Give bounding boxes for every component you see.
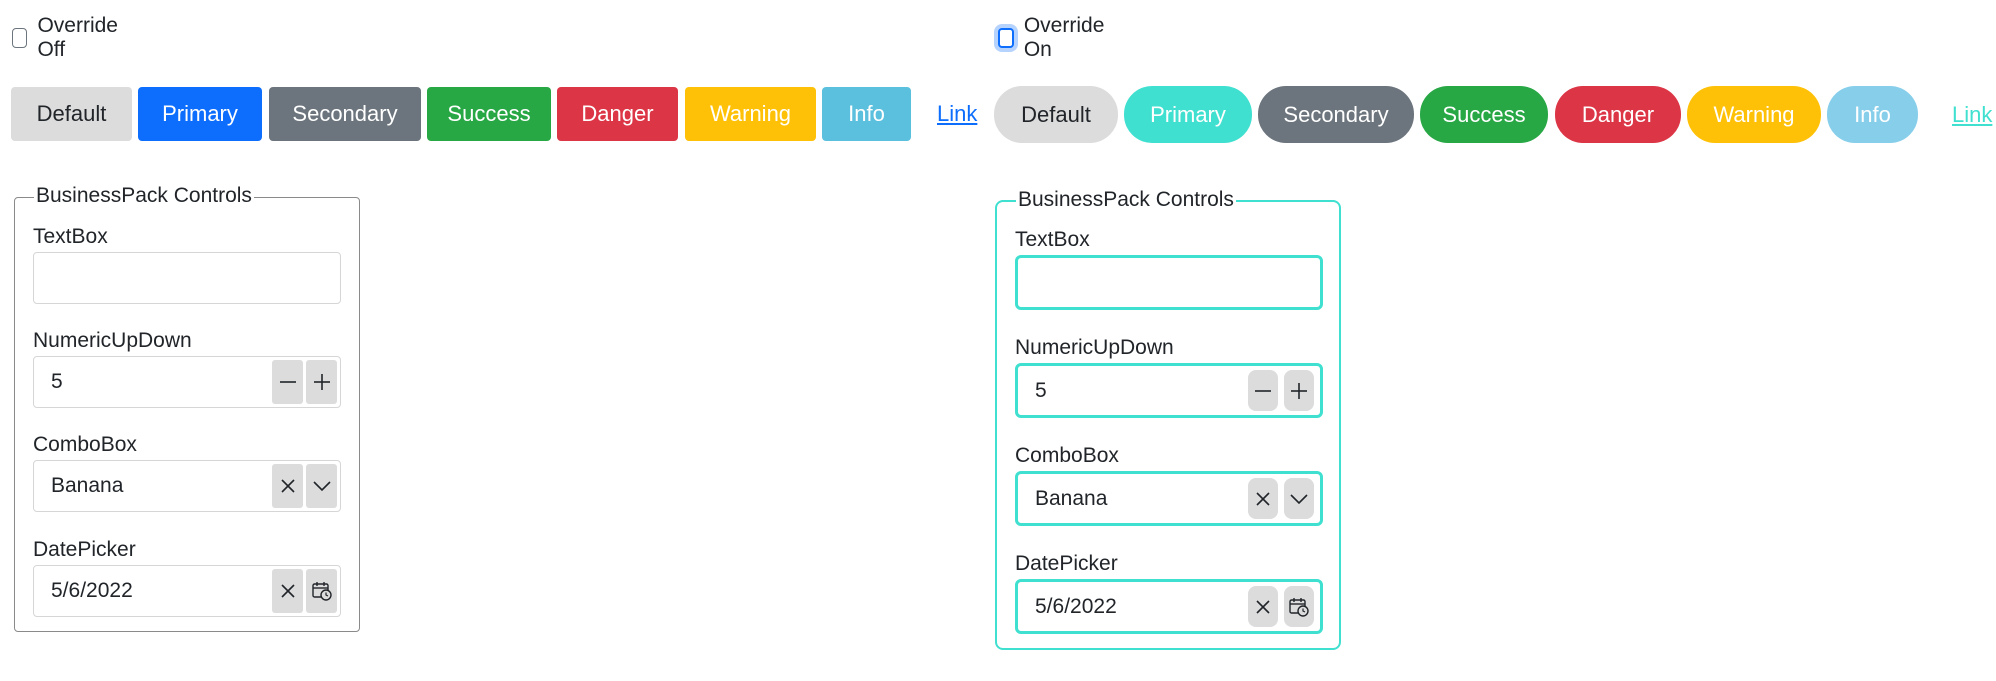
primary-button[interactable]: Primary [138, 87, 262, 141]
combobox-value: Banana [1035, 486, 1108, 510]
group-legend: BusinessPack Controls [1016, 188, 1236, 212]
close-icon[interactable] [1248, 586, 1278, 627]
primary-button[interactable]: Primary [1124, 86, 1252, 143]
link-button[interactable]: Link [937, 87, 977, 141]
datepicker-value: 5/6/2022 [51, 579, 133, 602]
combobox-input[interactable]: Banana [1015, 471, 1323, 526]
datepicker-input[interactable]: 5/6/2022 [33, 565, 341, 617]
secondary-button[interactable]: Secondary [269, 87, 421, 141]
textbox-label: TextBox [33, 225, 108, 248]
plus-icon[interactable] [306, 360, 337, 404]
success-button[interactable]: Success [427, 87, 551, 141]
override-on-checkbox-row[interactable]: Override On [998, 14, 1109, 62]
chevron-down-icon[interactable] [306, 464, 337, 508]
combobox-label: ComboBox [33, 433, 137, 456]
default-button[interactable]: Default [994, 86, 1118, 143]
textbox-input[interactable] [33, 252, 341, 304]
combobox-label: ComboBox [1015, 444, 1119, 467]
businesspack-controls-group: BusinessPack Controls TextBox NumericUpD… [995, 188, 1341, 650]
override-off-checkbox-row[interactable]: Override Off [12, 14, 123, 62]
chevron-down-icon[interactable] [1284, 478, 1314, 519]
secondary-button[interactable]: Secondary [1258, 86, 1414, 143]
close-icon[interactable] [272, 464, 303, 508]
combobox-value: Banana [51, 474, 124, 497]
numericupdown-input[interactable]: 5 [33, 356, 341, 408]
numericupdown-input[interactable]: 5 [1015, 363, 1323, 418]
calendar-clock-icon[interactable] [1284, 586, 1314, 627]
textbox-label: TextBox [1015, 228, 1090, 251]
numericupdown-label: NumericUpDown [1015, 336, 1174, 359]
warning-button[interactable]: Warning [685, 87, 816, 141]
minus-icon[interactable] [1248, 370, 1278, 411]
close-icon[interactable] [1248, 478, 1278, 519]
numericupdown-value: 5 [51, 370, 63, 393]
datepicker-input[interactable]: 5/6/2022 [1015, 579, 1323, 634]
calendar-clock-icon[interactable] [306, 569, 337, 613]
plus-icon[interactable] [1284, 370, 1314, 411]
close-icon[interactable] [272, 569, 303, 613]
datepicker-value: 5/6/2022 [1035, 594, 1117, 618]
info-button[interactable]: Info [822, 87, 911, 141]
override-off-checkbox[interactable] [12, 28, 28, 48]
danger-button[interactable]: Danger [1555, 86, 1681, 143]
group-legend: BusinessPack Controls [34, 184, 254, 208]
numericupdown-label: NumericUpDown [33, 329, 192, 352]
combobox-input[interactable]: Banana [33, 460, 341, 512]
minus-icon[interactable] [272, 360, 303, 404]
success-button[interactable]: Success [1420, 86, 1548, 143]
numericupdown-value: 5 [1035, 378, 1047, 402]
datepicker-label: DatePicker [1015, 552, 1118, 575]
link-button[interactable]: Link [1952, 86, 1992, 143]
danger-button[interactable]: Danger [557, 87, 678, 141]
override-on-checkbox[interactable] [998, 28, 1014, 48]
default-button[interactable]: Default [11, 87, 132, 141]
override-off-label: Override Off [37, 14, 118, 61]
datepicker-label: DatePicker [33, 538, 136, 561]
businesspack-controls-group: BusinessPack Controls TextBox NumericUpD… [14, 184, 360, 632]
textbox-input[interactable] [1015, 255, 1323, 310]
warning-button[interactable]: Warning [1687, 86, 1821, 143]
info-button[interactable]: Info [1827, 86, 1918, 143]
override-on-label: Override On [1023, 14, 1105, 61]
